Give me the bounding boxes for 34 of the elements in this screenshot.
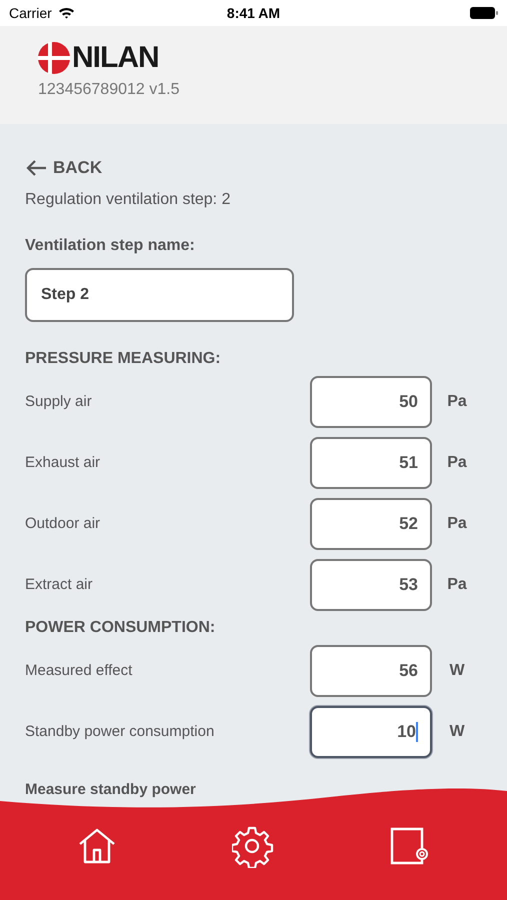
unit-label: Pa (446, 392, 468, 412)
section-heading: PRESSURE MEASURING: (25, 350, 222, 368)
carrier-label: Carrier (9, 4, 52, 22)
step-name-field[interactable]: Step 2 (25, 268, 294, 322)
flag-logo-icon (38, 42, 70, 74)
unit-label: W (448, 722, 466, 742)
device-id: 123456789012 v1.5 (38, 80, 180, 100)
unit-label: Pa (446, 514, 468, 534)
unit-label: W (448, 661, 466, 681)
brand-logo: NILAN (72, 43, 159, 73)
number-field[interactable]: 52 (310, 498, 432, 550)
field-label: Supply air (25, 392, 93, 412)
number-field[interactable]: 50 (310, 376, 432, 428)
number-field[interactable]: 10 (310, 706, 432, 758)
field-label: Measured effect (25, 660, 134, 681)
field-label: Outdoor air (25, 514, 102, 534)
section-heading: POWER CONSUMPTION: (25, 619, 216, 637)
field-label: Standby power consumption (25, 722, 216, 742)
unit-label: Pa (446, 453, 468, 473)
unit-label: Pa (446, 575, 468, 595)
section-heading: Measure standby power (25, 781, 196, 799)
field-label: Ventilation step name: (25, 236, 196, 256)
clock: 8:41 AM (226, 4, 280, 22)
battery-icon (470, 7, 498, 19)
wifi-icon (58, 7, 75, 19)
number-field[interactable]: 56 (310, 645, 432, 697)
page-subtitle: Regulation ventilation step: 2 (25, 190, 232, 210)
number-field[interactable]: 51 (310, 437, 432, 489)
field-label: Extract air (25, 574, 94, 595)
back-button[interactable]: BACK (25, 156, 102, 180)
field-label: Exhaust air (25, 452, 102, 473)
number-field[interactable]: 53 (310, 559, 432, 611)
arrow-left-icon (25, 159, 47, 177)
settings-icon[interactable] (231, 825, 276, 869)
